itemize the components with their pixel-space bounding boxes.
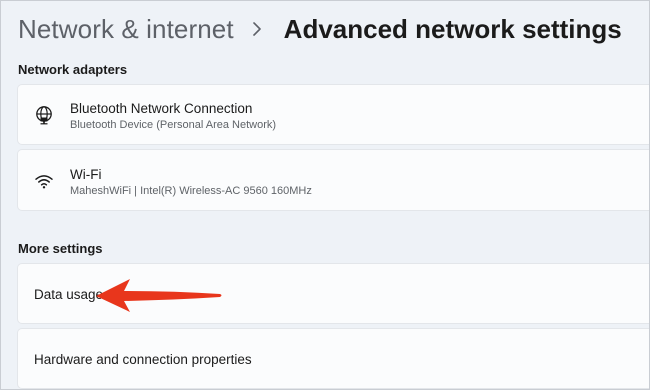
hardware-connection-properties-label: Hardware and connection properties <box>34 352 252 367</box>
page-title: Advanced network settings <box>283 13 622 44</box>
chevron-right-icon <box>252 22 261 36</box>
data-usage-label: Data usage <box>34 287 104 302</box>
breadcrumb: Network & internet Advanced network sett… <box>18 11 622 47</box>
wifi-icon <box>35 175 53 189</box>
red-arrow-icon <box>96 279 222 312</box>
network-adapters-header: Network adapters <box>18 62 128 77</box>
adapter-wifi-card[interactable]: Wi-Fi MaheshWiFi | Intel(R) Wireless-AC … <box>17 149 649 211</box>
adapter-name: Bluetooth Network Connection <box>70 101 253 116</box>
more-settings-header: More settings <box>18 241 103 256</box>
adapter-description: Bluetooth Device (Personal Area Network) <box>70 119 277 131</box>
globe-network-icon <box>36 106 52 125</box>
adapter-name: Wi-Fi <box>70 167 102 182</box>
settings-window: Network & internet Advanced network sett… <box>0 0 650 390</box>
adapter-bluetooth-card[interactable]: Bluetooth Network Connection Bluetooth D… <box>17 84 649 145</box>
hardware-connection-properties-item[interactable]: Hardware and connection properties <box>17 328 649 389</box>
breadcrumb-parent-link[interactable]: Network & internet <box>18 14 234 45</box>
adapter-description: MaheshWiFi | Intel(R) Wireless-AC 9560 1… <box>70 185 312 197</box>
